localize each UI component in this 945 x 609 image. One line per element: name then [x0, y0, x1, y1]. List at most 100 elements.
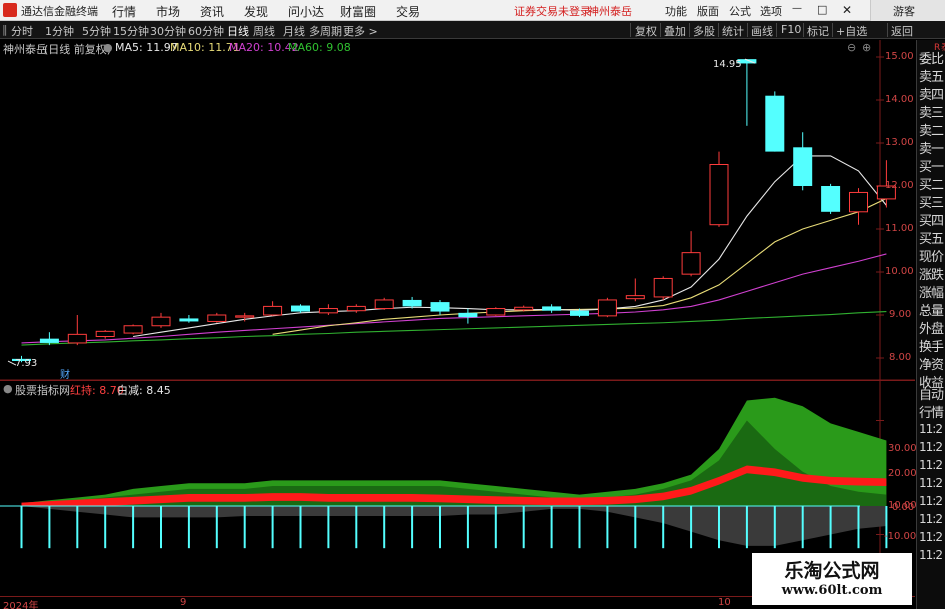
- menu-gongneng[interactable]: 功能: [665, 3, 687, 19]
- guest-label[interactable]: 游客: [893, 3, 915, 19]
- pane-divider[interactable]: [0, 380, 915, 381]
- candle-body-up: [67, 333, 87, 344]
- candle-body-down: [39, 338, 59, 343]
- candle-body-down: [821, 186, 841, 212]
- period-more[interactable]: 更多 >: [343, 23, 378, 39]
- menu-shichang[interactable]: 市场: [156, 3, 180, 20]
- period-60min[interactable]: 60分钟: [188, 23, 224, 39]
- period-multi[interactable]: 多周期: [309, 23, 342, 39]
- menu-banmian[interactable]: 版面: [697, 3, 719, 19]
- candle-body-up: [709, 164, 729, 226]
- side-volume: 总量: [919, 304, 944, 319]
- candle-body-up: [123, 325, 143, 334]
- ma5-line: [133, 155, 887, 338]
- side-time-3: 11:2: [919, 458, 943, 472]
- side-change-pct: 涨幅: [919, 286, 944, 301]
- high-price-label: 14.95: [713, 59, 742, 70]
- zoom-in-icon[interactable]: ⊕: [862, 41, 871, 54]
- tool-huaxian[interactable]: 画线: [751, 23, 773, 39]
- red-hold-value: 红持: 8.70: [70, 384, 124, 397]
- menu-caifuquan[interactable]: 财富圈: [340, 3, 376, 20]
- tool-biaoji[interactable]: 标记: [807, 23, 829, 39]
- watermark-url: www.60lt.com: [781, 583, 883, 598]
- side-auto[interactable]: 自动: [919, 384, 944, 403]
- side-turnover: 换手: [919, 340, 944, 355]
- sub-chart-info: ● 股票指标网 红持: 8.70 白减: 8.45: [0, 382, 880, 397]
- chart-mode: (日线 前复权): [44, 43, 112, 56]
- side-time-6: 11:2: [919, 512, 943, 526]
- settings-dot-icon[interactable]: ●: [103, 41, 113, 54]
- tool-tongji[interactable]: 统计: [722, 23, 744, 39]
- candle-body-up: [625, 295, 645, 300]
- side-buy4: 买四: [919, 214, 944, 229]
- candle-body-up: [263, 305, 283, 316]
- period-fenshi[interactable]: 分时: [11, 23, 33, 39]
- candle-body-up: [486, 308, 506, 316]
- tool-diejia[interactable]: 叠加: [664, 23, 686, 39]
- candle-body-up: [151, 316, 171, 327]
- menu-jiaoyi[interactable]: 交易: [396, 3, 420, 20]
- app-logo-icon: [3, 3, 17, 17]
- main-chart-info: 神州泰岳 (日线 前复权) ● MA5: 11.97 MA10: 11.71 M…: [0, 40, 880, 56]
- side-buy1: 买一: [919, 160, 944, 175]
- zoom-out-icon[interactable]: ⊖: [847, 41, 856, 54]
- ma5-value: MA5: 11.97: [115, 41, 178, 54]
- stock-title: 神州泰岳: [3, 43, 47, 56]
- menu-wenxiaoda[interactable]: 问小达: [288, 3, 324, 20]
- tool-fuquan[interactable]: 复权: [635, 23, 657, 39]
- side-sell1: 卖一: [919, 142, 944, 157]
- app-title: 通达信金融终端: [21, 5, 98, 18]
- side-sell2: 卖二: [919, 124, 944, 139]
- date-label-2024: 2024年: [3, 601, 39, 609]
- period-daily[interactable]: 日线: [227, 23, 249, 39]
- side-change: 涨跌: [919, 268, 944, 283]
- menu-bar: 通达信金融终端 行情 市场 资讯 发现 问小达 财富圈 交易 证券交易未登录 神…: [0, 0, 945, 21]
- side-weibi: 委比: [919, 52, 944, 67]
- side-time-1: 11:2: [919, 422, 943, 436]
- sub-settings-dot-icon[interactable]: ●: [3, 382, 13, 395]
- minimize-icon[interactable]: —: [792, 3, 802, 14]
- period-1min[interactable]: 1分钟: [45, 23, 74, 39]
- tool-back[interactable]: 返回: [891, 23, 913, 39]
- white-reduce-area: [21, 506, 887, 546]
- period-monthly[interactable]: 月线: [283, 23, 305, 39]
- period-5min[interactable]: 5分钟: [82, 23, 111, 39]
- sub-y-tick-20: 20.00: [888, 468, 917, 479]
- price-chart[interactable]: [0, 40, 945, 609]
- y-tick-15: 15.00: [885, 51, 914, 62]
- tool-duogu[interactable]: 多股: [693, 23, 715, 39]
- menu-zixun[interactable]: 资讯: [200, 3, 224, 20]
- period-15min[interactable]: 15分钟: [113, 23, 149, 39]
- close-icon[interactable]: ✕: [842, 3, 852, 17]
- menu-hangqing[interactable]: 行情: [112, 3, 136, 20]
- maximize-icon[interactable]: □: [817, 3, 827, 16]
- side-quote[interactable]: 行情: [919, 402, 944, 421]
- tool-f10[interactable]: F10: [781, 23, 801, 36]
- quote-side-panel: R 泰 委比 卖五 卖四 卖三 卖二 卖一 买一 买二 买三 买四 买五 现价 …: [916, 40, 945, 609]
- trading-terminal-window: { "app": {"title": "通达信金融终端"}, "menu": {…: [0, 0, 945, 609]
- menu-xuanxiang[interactable]: 选项: [760, 3, 782, 19]
- period-30min[interactable]: 30分钟: [150, 23, 186, 39]
- candle-body-up: [514, 306, 534, 311]
- y-tick-14: 14.00: [885, 94, 914, 105]
- candle-body-up: [207, 314, 227, 322]
- candle-body-down: [570, 310, 589, 316]
- login-alert[interactable]: 证券交易未登录: [514, 3, 591, 19]
- menu-faxian[interactable]: 发现: [244, 3, 268, 20]
- candle-body-down: [291, 305, 310, 312]
- candle-body-up: [681, 252, 701, 275]
- y-tick-9: 9.00: [889, 309, 912, 320]
- y-tick-13: 13.00: [885, 137, 914, 148]
- y-tick-8: 8.00: [889, 352, 912, 363]
- side-netasset: 净资: [919, 358, 944, 373]
- date-label-10: 10: [718, 597, 731, 608]
- period-weekly[interactable]: 周线: [253, 23, 275, 39]
- sub-y-tick-0: 0.00: [892, 502, 915, 513]
- menu-gongshi[interactable]: 公式: [729, 3, 751, 19]
- side-buy2: 买二: [919, 178, 944, 193]
- y-tick-11: 11.00: [885, 223, 914, 234]
- side-outer: 外盘: [919, 322, 944, 337]
- candle-body-down: [793, 147, 813, 186]
- tool-add-watchlist[interactable]: +自选: [836, 23, 867, 39]
- finance-marker[interactable]: 财: [60, 366, 70, 381]
